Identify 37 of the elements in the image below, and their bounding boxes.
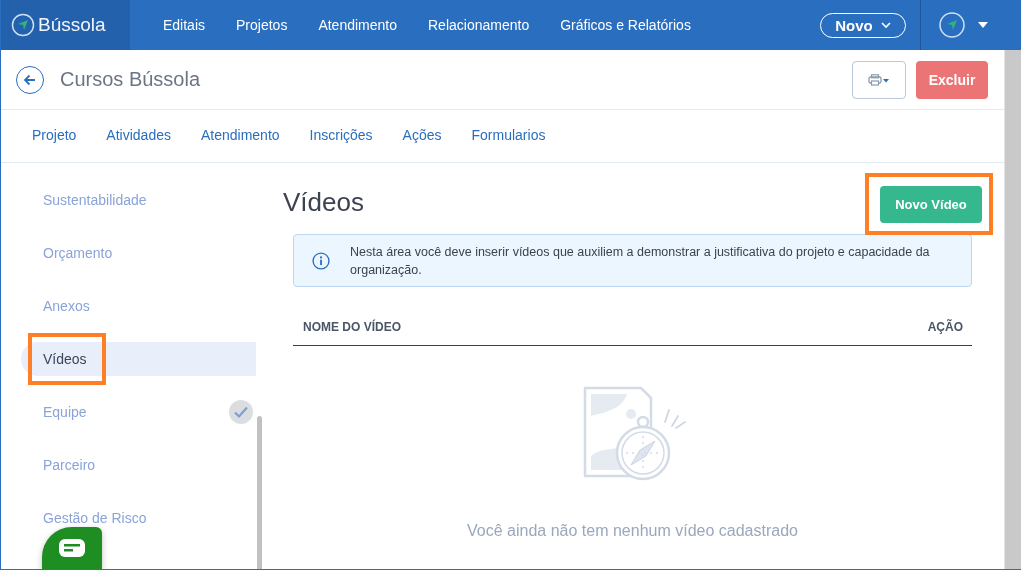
nav-link[interactable]: Relacionamento [428,17,530,33]
project-title: Cursos Bússola [60,68,201,91]
print-dropdown-button[interactable] [852,60,906,99]
sidebar-item[interactable]: Gestão de Risco [1,501,256,535]
tab[interactable]: Projeto [32,121,77,151]
compass-logo-icon [11,13,35,37]
nav-link[interactable]: Projetos [236,17,288,33]
empty-state-message: Você ainda não tem nenhum vídeo cadastrado [467,522,798,540]
tab[interactable]: Atendimento [200,121,280,151]
scrollbar[interactable] [257,416,262,569]
avatar-icon [939,12,965,38]
nav-link[interactable]: Gráficos e Relatórios [560,17,691,33]
tab[interactable]: Inscrições [309,121,373,151]
info-text: Nesta área você deve inserir vídeos que auxiliem a demonstrar a justificativa do projeto e capacidade da organização. [350,243,931,279]
sidebar-item[interactable]: Sustentabilidade [1,183,256,217]
caret-icon [977,21,989,29]
chat-button[interactable] [42,527,102,569]
nav-link[interactable]: Editais [163,17,206,33]
back-arrow-icon [23,72,37,87]
chevron-down-icon [880,21,891,29]
sidebar-item[interactable]: Orçamento [1,236,256,270]
column-header: NOME DO VÍDEO [303,320,401,334]
sidebar-item[interactable]: Parceiro [1,448,256,482]
nav-link[interactable]: Atendimento [318,17,397,33]
sidebar-item[interactable]: Vídeos [21,342,256,376]
delete-button[interactable]: Excluir [916,60,988,99]
tab[interactable]: Atividades [106,121,171,151]
column-header: AÇÃO [927,320,963,334]
tab[interactable]: Ações [402,121,442,151]
section-title: Vídeos [283,186,364,218]
back-button[interactable] [16,65,44,94]
tab[interactable]: Formularios [471,121,546,151]
scrollbar[interactable] [1004,50,1021,569]
printer-icon [868,73,890,86]
chat-icon [58,538,86,558]
sidebar-item[interactable]: Anexos [1,289,256,323]
info-icon [312,250,331,271]
